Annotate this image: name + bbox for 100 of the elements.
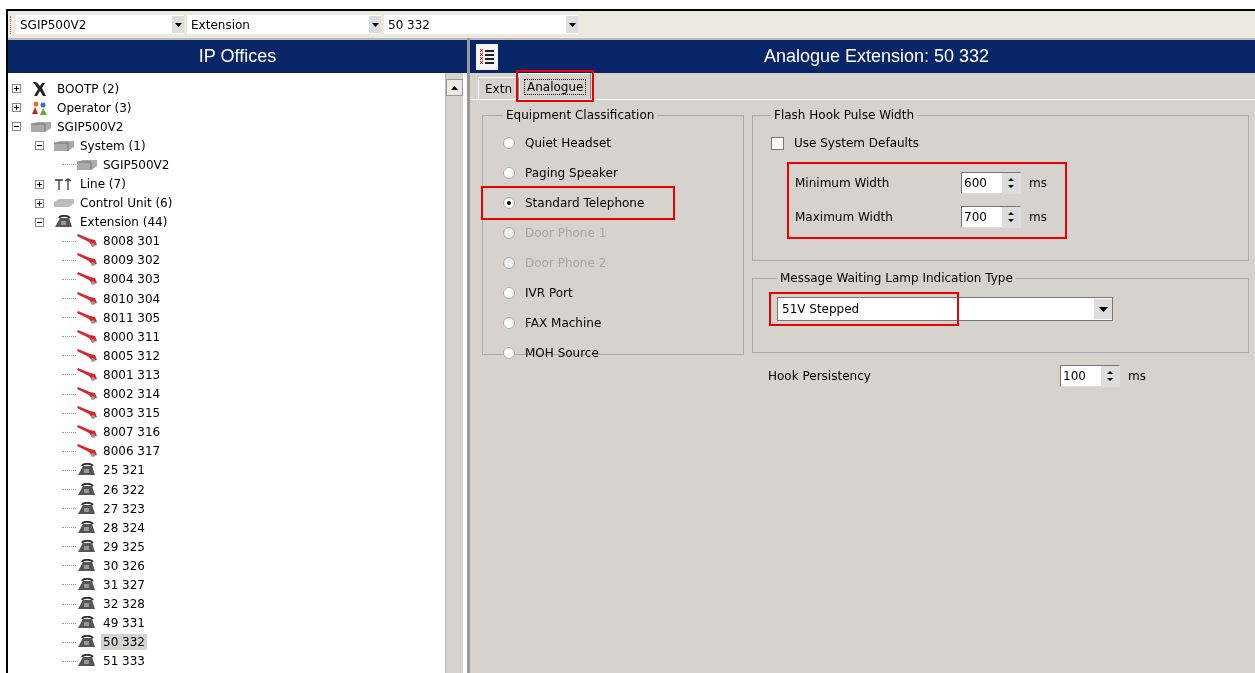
tree-item[interactable]: 8006 317 <box>101 443 163 460</box>
tree-item[interactable]: 30 326 <box>101 557 147 574</box>
line-icon <box>53 177 73 191</box>
cable-icon <box>76 367 98 382</box>
tree-item[interactable]: SGIP500V2 <box>101 156 172 173</box>
radio-icon <box>503 317 515 329</box>
tree-item[interactable]: 8007 316 <box>101 424 163 441</box>
radio-button[interactable]: IVR Port <box>503 278 743 308</box>
expander-icon[interactable] <box>35 217 44 227</box>
field-label: Maximum Width <box>795 210 894 224</box>
phone-icon <box>53 215 73 230</box>
tree-item[interactable]: Operator (3) <box>55 99 134 116</box>
phone-icon <box>76 616 96 631</box>
tree-item[interactable]: Line (7) <box>78 176 128 192</box>
spin-field[interactable]: 600 <box>961 172 1021 194</box>
radio-button[interactable]: FAX Machine <box>503 308 743 338</box>
caret-icon <box>1094 299 1112 319</box>
dropdown[interactable]: Extension <box>187 15 381 34</box>
scrollbar[interactable] <box>445 73 463 673</box>
people-icon <box>30 99 50 116</box>
expander-icon[interactable] <box>12 84 21 94</box>
expander-icon[interactable] <box>35 198 44 208</box>
radio-button[interactable]: MOH Source <box>503 338 743 368</box>
cable-icon <box>76 272 98 287</box>
tree-item[interactable]: System (1) <box>78 137 148 154</box>
group-title: Message Waiting Lamp Indication Type <box>779 271 1014 285</box>
tree-item[interactable]: 49 331 <box>101 615 147 632</box>
radio-button[interactable]: Standard Telephone <box>483 188 673 218</box>
tools-icon <box>30 80 46 97</box>
tree-item[interactable]: 26 322 <box>101 481 147 498</box>
phone-icon <box>76 501 96 516</box>
device-icon <box>30 120 52 133</box>
cable-icon <box>76 291 98 306</box>
dropdown[interactable]: 51V Stepped <box>777 297 1113 321</box>
tree-item[interactable]: 8000 311 <box>101 328 163 345</box>
field-label: Minimum Width <box>795 176 891 190</box>
spinner-icon[interactable] <box>1002 173 1020 193</box>
spinner-icon[interactable] <box>1002 207 1020 227</box>
radio-icon <box>503 167 515 179</box>
radio-button[interactable]: Paging Speaker <box>503 158 743 188</box>
tree-item[interactable]: 32 328 <box>101 596 147 613</box>
spin-field[interactable]: 100 <box>1060 365 1120 387</box>
tree-item[interactable]: 8001 313 <box>101 366 163 383</box>
tree-item[interactable]: Extension (44) <box>78 214 170 231</box>
tree-item[interactable]: BOOTP (2) <box>55 80 122 97</box>
tree-item[interactable]: Control Unit (6) <box>78 195 175 212</box>
tree-item[interactable]: 27 323 <box>101 500 147 517</box>
tree-item[interactable]: 8002 314 <box>101 386 163 403</box>
tree-item[interactable]: SGIP500V2 <box>55 118 126 135</box>
unit-label: ms <box>1128 369 1146 383</box>
expander-icon[interactable] <box>12 122 21 132</box>
tree-item[interactable]: 8005 312 <box>101 347 163 364</box>
tree-item[interactable]: 50 332 <box>101 634 147 651</box>
tree-item[interactable]: 28 324 <box>101 519 147 536</box>
tree-item[interactable]: 8004 303 <box>101 271 163 288</box>
tab[interactable]: Extn <box>478 77 519 99</box>
tree-item[interactable]: 51 333 <box>101 653 147 670</box>
tree-item[interactable]: 8010 304 <box>101 290 163 307</box>
tree-item[interactable]: 8008 301 <box>101 233 163 250</box>
cable-icon <box>76 444 98 459</box>
device-icon <box>76 158 98 171</box>
tree-item[interactable]: 8011 305 <box>101 309 163 326</box>
device-icon <box>53 198 75 209</box>
dropdown[interactable]: 50 332 <box>384 15 578 34</box>
radio-icon <box>503 257 515 269</box>
list-icon[interactable] <box>476 43 498 70</box>
unit-label: ms <box>1029 176 1047 190</box>
tree-item[interactable]: 25 321 <box>101 462 147 479</box>
scroll-up-button[interactable] <box>446 79 463 96</box>
radio-icon <box>503 227 515 239</box>
radio-icon <box>503 137 515 149</box>
phone-icon <box>76 635 96 650</box>
checkbox[interactable]: Use System Defaults <box>771 132 1238 154</box>
arrow-up-icon <box>451 85 458 90</box>
dropdown[interactable]: SGIP500V2 <box>16 15 184 34</box>
device-icon <box>53 139 75 152</box>
phone-icon <box>76 539 96 554</box>
radio-icon <box>503 197 515 209</box>
expander-icon[interactable] <box>12 103 21 113</box>
expander-icon[interactable] <box>35 179 44 189</box>
expander-icon[interactable] <box>35 141 44 151</box>
radio-icon <box>503 287 515 299</box>
tab[interactable]: Analogue <box>519 73 592 99</box>
cable-icon <box>76 425 98 440</box>
cable-icon <box>76 348 98 363</box>
tree-item[interactable]: 29 325 <box>101 538 147 555</box>
spin-field[interactable]: 700 <box>961 206 1021 228</box>
tree-item[interactable]: 8003 315 <box>101 405 163 422</box>
phone-icon <box>76 578 96 592</box>
tree-item[interactable]: 31 327 <box>101 577 147 593</box>
phone-icon <box>76 463 96 478</box>
phone-icon <box>76 654 96 669</box>
spinner-icon[interactable] <box>1101 366 1119 386</box>
radio-button[interactable]: Quiet Headset <box>503 128 743 158</box>
tree-item[interactable]: 8009 302 <box>101 252 163 269</box>
cable-icon <box>76 406 98 421</box>
phone-icon <box>76 482 96 497</box>
phone-icon <box>76 520 96 535</box>
field-label: Hook Persistency <box>768 369 872 383</box>
unit-label: ms <box>1029 210 1047 224</box>
